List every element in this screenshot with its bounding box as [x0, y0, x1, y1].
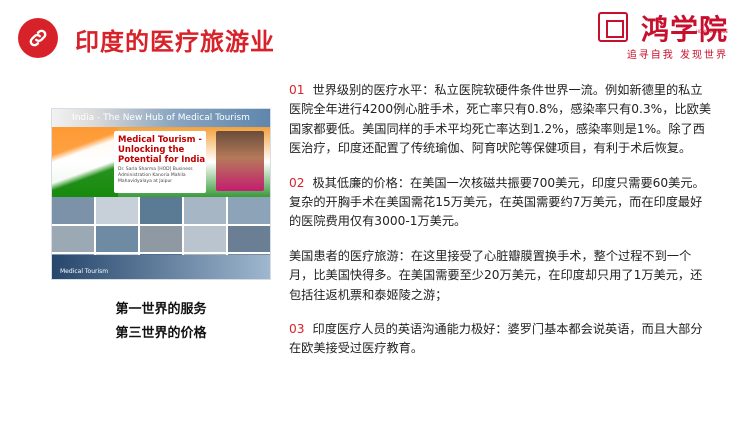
paragraph-text: 极其低廉的价格：在美国一次核磁共振要700美元，印度只需要60美元。复杂的开胸手… [289, 175, 705, 229]
page-title: 印度的医疗旅游业 [75, 28, 275, 56]
flag-graphic [52, 127, 118, 197]
photo-tile [52, 197, 94, 224]
caption-third-world: 第三世界的价格 [115, 326, 207, 341]
brand-slogan: 追寻自我 发现世界 [626, 50, 728, 61]
brand-logo: 鸿学院 HONG COLLEGE 追寻自我 发现世界 [598, 8, 728, 61]
brand-seal-icon [598, 12, 628, 42]
image-banner: India - The New Hub of Medical Tourism [52, 109, 270, 127]
photo-tile [228, 225, 270, 253]
content-text: 01 世界级别的医疗水平：私立医院软硬件条件世界一流。例如新德里的私立医院全年进行… [289, 81, 714, 374]
paragraph-text: 印度医疗人员的英语沟通能力极好：婆罗门基本都会说英语，而且大部分在欧美接受过医疗… [289, 322, 703, 356]
brand-sub: HONG COLLEGE [695, 29, 728, 34]
hero-author: Dr. Sarla Sharma [HOD] Business Administ… [118, 167, 193, 184]
photo-tile [96, 197, 138, 224]
paragraph-us-patient: 美国患者的医疗旅游：在这里接受了心脏瓣膜置换手术，整个过程不到一个月，比美国快得… [289, 247, 714, 305]
paragraph-number: 02 [289, 175, 305, 190]
link-icon [18, 18, 58, 58]
caption-first-world: 第一世界的服务 [115, 302, 207, 317]
photo-tile [184, 225, 226, 253]
paragraph-text: 世界级别的医疗水平：私立医院软硬件条件世界一流。例如新德里的私立医院全年进行42… [289, 83, 712, 156]
image-hero: Medical Tourism - Unlocking the Potentia… [52, 127, 270, 197]
photo-tile [96, 225, 138, 253]
paragraph-02: 02 极其低廉的价格：在美国一次核磁共振要700美元，印度只需要60美元。复杂的开… [289, 174, 714, 232]
paragraph-03: 03 印度医疗人员的英语沟通能力极好：婆罗门基本都会说英语，而且大部分在欧美接受过… [289, 320, 714, 359]
hero-heading: Medical Tourism - Unlocking the Potentia… [118, 135, 206, 165]
paragraph-text: 美国患者的医疗旅游：在这里接受了心脏瓣膜置换手术，整个过程不到一个月，比美国快得… [289, 248, 703, 302]
author-photo [216, 131, 264, 191]
photo-tile [140, 197, 182, 224]
image-footer-label: Medical Tourism [60, 268, 109, 275]
image-footer: Medical Tourism [52, 255, 270, 279]
paragraph-number: 01 [289, 83, 305, 97]
photo-tile [184, 197, 226, 224]
paragraph-01: 01 世界级别的医疗水平：私立医院软硬件条件世界一流。例如新德里的私立医院全年进行… [289, 81, 714, 159]
brand-name: 鸿学院 [640, 13, 728, 46]
photo-tile [228, 197, 270, 224]
photo-tile [140, 225, 182, 253]
paragraph-number: 03 [289, 322, 305, 337]
medical-tourism-image: India - The New Hub of Medical Tourism M… [51, 108, 271, 280]
photo-tile [52, 225, 94, 253]
